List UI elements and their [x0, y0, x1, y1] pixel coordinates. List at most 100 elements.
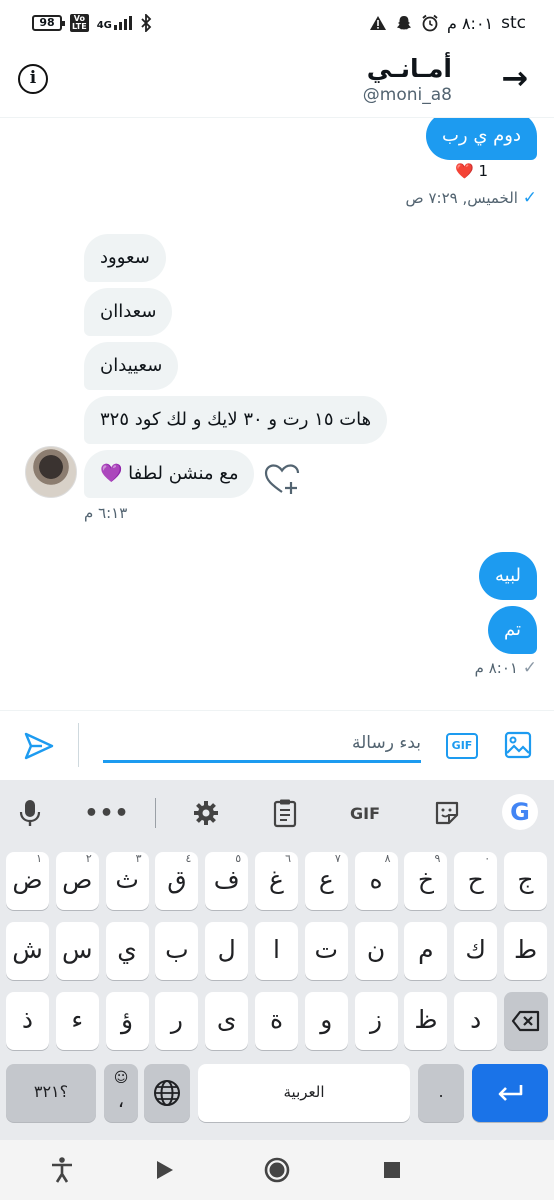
enter-key[interactable] [472, 1064, 548, 1122]
alarm-icon [422, 14, 438, 32]
toolbar-divider [155, 798, 156, 828]
key[interactable]: و [304, 992, 348, 1050]
key[interactable]: ن [354, 922, 398, 980]
status-time: ٨:٠١ م [446, 13, 494, 33]
message-bubble-incoming[interactable]: سعوود [84, 234, 166, 282]
key[interactable]: ا [255, 922, 298, 980]
key-hint: ٠ [484, 852, 491, 865]
message-bubble-incoming[interactable]: مع منشن لطفا 💜 [84, 450, 255, 498]
enter-icon [498, 1085, 523, 1101]
message-bubble-incoming[interactable]: هات ١٥ رت و ٣٠ لايك و لك كود ٣٢٥ [84, 396, 388, 444]
recent-apps-icon[interactable] [376, 1154, 408, 1186]
conversation-title[interactable]: أمـانـي @moni_a8 [363, 54, 452, 106]
key-label: ذ [21, 1005, 34, 1034]
key[interactable]: ط [504, 922, 547, 980]
clipboard-icon[interactable] [272, 798, 298, 828]
key[interactable]: ء [55, 992, 99, 1050]
key[interactable]: ث٣ [105, 852, 149, 910]
key[interactable]: ذ [6, 992, 49, 1050]
send-icon[interactable] [22, 729, 56, 763]
emoji-comma-key[interactable]: ☺ ، [104, 1064, 138, 1122]
key-hint: ٣ [135, 852, 142, 865]
key[interactable]: غ٦ [255, 852, 298, 910]
key[interactable]: ش [6, 922, 49, 980]
message-bubble-outgoing[interactable]: لبيه [479, 552, 537, 600]
volte-icon: Vo LTE [70, 14, 89, 32]
language-key[interactable] [144, 1064, 190, 1122]
key[interactable]: خ٩ [404, 852, 448, 910]
google-icon[interactable]: G [502, 794, 538, 830]
key[interactable]: م [404, 922, 448, 980]
key-label: ب [165, 935, 189, 964]
key[interactable]: ف٥ [205, 852, 249, 910]
key[interactable]: ؤ [105, 992, 149, 1050]
period-key[interactable]: . [418, 1064, 464, 1122]
more-options-icon[interactable]: ••• [84, 798, 128, 828]
composer-divider [78, 723, 79, 767]
key[interactable]: ة [255, 992, 298, 1050]
key-label: ة [269, 1005, 284, 1034]
key[interactable]: ض١ [6, 852, 49, 910]
key-label: ث [115, 865, 139, 894]
key-label: م [418, 935, 434, 964]
status-bar-right: ٨:٠١ م stc [369, 13, 526, 33]
key[interactable]: ص٢ [55, 852, 99, 910]
backspace-key[interactable] [504, 992, 548, 1050]
gif-button[interactable]: GIF [446, 733, 478, 759]
key-label: غ [269, 865, 284, 894]
back-arrow-icon[interactable]: → [501, 62, 528, 94]
symbols-key[interactable]: ؟٣٢١ [6, 1064, 96, 1122]
network-type: 4G [96, 20, 112, 31]
key[interactable]: ح٠ [454, 852, 498, 910]
key-label: ف [213, 865, 240, 894]
gif-keyboard-button[interactable]: GIF [346, 798, 384, 828]
info-icon[interactable]: i [18, 64, 48, 94]
key[interactable]: ق٤ [155, 852, 199, 910]
like-reaction[interactable]: ❤️ 1 [455, 162, 488, 180]
key[interactable]: ل [205, 922, 249, 980]
key[interactable]: ظ [404, 992, 448, 1050]
message-bubble-incoming[interactable]: سعداان [84, 288, 173, 336]
message-bubble-incoming[interactable]: سعييدان [84, 342, 179, 390]
key[interactable]: ت [304, 922, 348, 980]
image-icon[interactable] [504, 731, 532, 759]
home-icon[interactable] [261, 1154, 293, 1186]
key-label: ع [318, 865, 334, 894]
key-hint: ٧ [334, 852, 341, 865]
key[interactable]: ك [454, 922, 498, 980]
message-list[interactable]: دوم ي رب ❤️ 1 الخميس, ٧:٢٩ ص ✓ سعوود سعد… [0, 118, 554, 708]
key[interactable]: ر [155, 992, 199, 1050]
avatar[interactable] [25, 446, 77, 498]
key[interactable]: ع٧ [304, 852, 348, 910]
key-label: ك [465, 935, 486, 964]
system-navigation-bar [0, 1140, 554, 1200]
key[interactable]: ب [155, 922, 199, 980]
sticker-icon[interactable] [434, 798, 460, 828]
play-icon[interactable] [148, 1154, 180, 1186]
key-label: س [62, 935, 93, 964]
gear-icon[interactable] [192, 798, 220, 828]
key-hint: ٨ [384, 852, 391, 865]
message-input[interactable] [103, 725, 421, 763]
space-key[interactable]: العربية [198, 1064, 410, 1122]
key[interactable]: س [55, 922, 99, 980]
seen-check-icon: ✓ [522, 188, 537, 208]
key[interactable]: ى [205, 992, 249, 1050]
like-count: 1 [478, 162, 488, 180]
key[interactable]: ي [105, 922, 149, 980]
key[interactable]: د [454, 992, 498, 1050]
globe-icon [154, 1080, 180, 1106]
microphone-icon[interactable] [16, 798, 44, 828]
accessibility-icon[interactable] [46, 1154, 78, 1186]
key-label: خ [417, 865, 434, 894]
comma-label: ، [117, 1088, 125, 1112]
add-reaction-icon[interactable] [262, 462, 302, 498]
key[interactable]: ج [504, 852, 547, 910]
message-bubble-outgoing[interactable]: دوم ي رب [425, 118, 537, 160]
status-bar-left: 98 Vo LTE 4G [32, 14, 152, 32]
key-label: ض [12, 865, 43, 894]
message-bubble-outgoing[interactable]: تم [488, 606, 537, 654]
key-label: ن [366, 935, 386, 964]
key[interactable]: ه٨ [354, 852, 398, 910]
key[interactable]: ز [354, 992, 398, 1050]
